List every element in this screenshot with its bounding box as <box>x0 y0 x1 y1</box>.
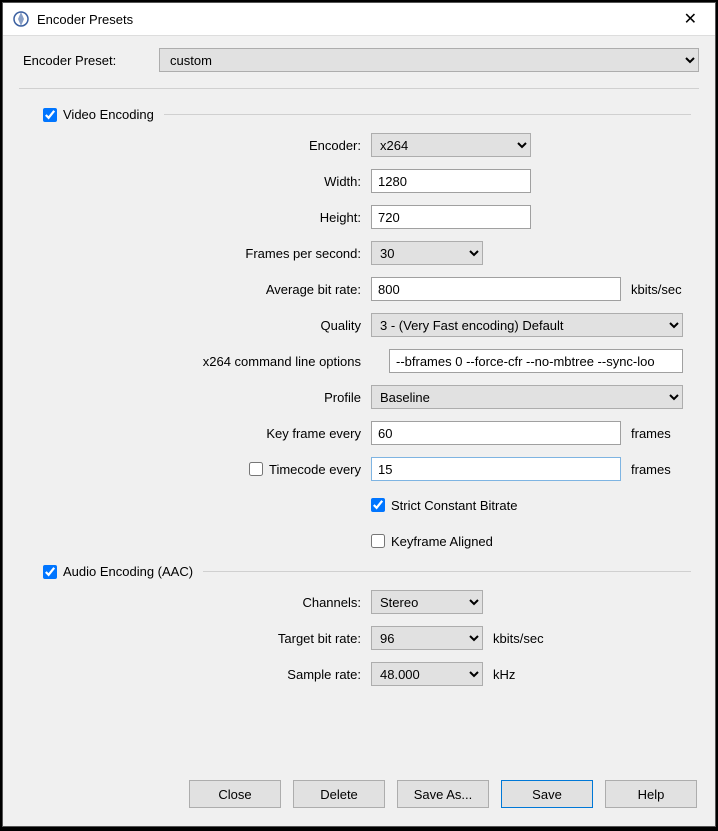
keyframe-label: Key frame every <box>43 426 371 441</box>
width-label: Width: <box>43 174 371 189</box>
video-section: Video Encoding Encoder: x264 Width: Heig… <box>43 107 691 554</box>
divider <box>19 88 699 89</box>
video-section-label: Video Encoding <box>63 107 154 122</box>
audio-section-label: Audio Encoding (AAC) <box>63 564 193 579</box>
fps-label: Frames per second: <box>43 246 371 261</box>
channels-select[interactable]: Stereo <box>371 590 483 614</box>
x264-opts-label: x264 command line options <box>43 354 371 369</box>
fps-select[interactable]: 30 <box>371 241 483 265</box>
sample-rate-select[interactable]: 48.000 <box>371 662 483 686</box>
width-input[interactable] <box>371 169 531 193</box>
target-bitrate-unit: kbits/sec <box>493 631 544 646</box>
save-as-button[interactable]: Save As... <box>397 780 489 808</box>
avg-bitrate-label: Average bit rate: <box>43 282 371 297</box>
encoder-presets-dialog: Encoder Presets ✕ Encoder Preset: custom… <box>2 2 716 827</box>
target-bitrate-label: Target bit rate: <box>43 631 371 646</box>
keyframe-aligned-label: Keyframe Aligned <box>391 534 493 549</box>
avg-bitrate-input[interactable] <box>371 277 621 301</box>
timecode-checkbox[interactable] <box>249 462 263 476</box>
timecode-input[interactable] <box>371 457 621 481</box>
target-bitrate-select[interactable]: 96 <box>371 626 483 650</box>
sample-rate-unit: kHz <box>493 667 515 682</box>
strict-cbr-label: Strict Constant Bitrate <box>391 498 517 513</box>
video-encoding-checkbox[interactable] <box>43 108 57 122</box>
preset-row: Encoder Preset: custom <box>19 48 699 72</box>
section-divider <box>164 114 691 115</box>
close-icon[interactable]: ✕ <box>674 9 707 29</box>
close-button[interactable]: Close <box>189 780 281 808</box>
strict-cbr-checkbox[interactable] <box>371 498 385 512</box>
audio-encoding-checkbox[interactable] <box>43 565 57 579</box>
timecode-unit: frames <box>631 462 671 477</box>
content-area: Encoder Preset: custom Video Encoding En… <box>3 36 715 766</box>
channels-label: Channels: <box>43 595 371 610</box>
timecode-label: Timecode every <box>269 462 361 477</box>
help-button[interactable]: Help <box>605 780 697 808</box>
height-label: Height: <box>43 210 371 225</box>
keyframe-aligned-checkbox[interactable] <box>371 534 385 548</box>
x264-opts-input[interactable] <box>389 349 683 373</box>
section-divider <box>203 571 691 572</box>
sample-rate-label: Sample rate: <box>43 667 371 682</box>
height-input[interactable] <box>371 205 531 229</box>
preset-select[interactable]: custom <box>159 48 699 72</box>
profile-select[interactable]: Baseline <box>371 385 683 409</box>
profile-label: Profile <box>43 390 371 405</box>
encoder-select[interactable]: x264 <box>371 133 531 157</box>
button-bar: Close Delete Save As... Save Help <box>3 766 715 826</box>
audio-section: Audio Encoding (AAC) Channels: Stereo Ta… <box>43 564 691 687</box>
save-button[interactable]: Save <box>501 780 593 808</box>
video-section-header: Video Encoding <box>43 107 691 122</box>
window-title: Encoder Presets <box>37 12 674 27</box>
app-icon <box>13 11 29 27</box>
keyframe-input[interactable] <box>371 421 621 445</box>
encoder-label: Encoder: <box>43 138 371 153</box>
preset-label: Encoder Preset: <box>19 53 159 68</box>
quality-label: Quality <box>43 318 371 333</box>
titlebar: Encoder Presets ✕ <box>3 3 715 36</box>
avg-bitrate-unit: kbits/sec <box>631 282 682 297</box>
quality-select[interactable]: 3 - (Very Fast encoding) Default <box>371 313 683 337</box>
delete-button[interactable]: Delete <box>293 780 385 808</box>
keyframe-unit: frames <box>631 426 671 441</box>
audio-section-header: Audio Encoding (AAC) <box>43 564 691 579</box>
